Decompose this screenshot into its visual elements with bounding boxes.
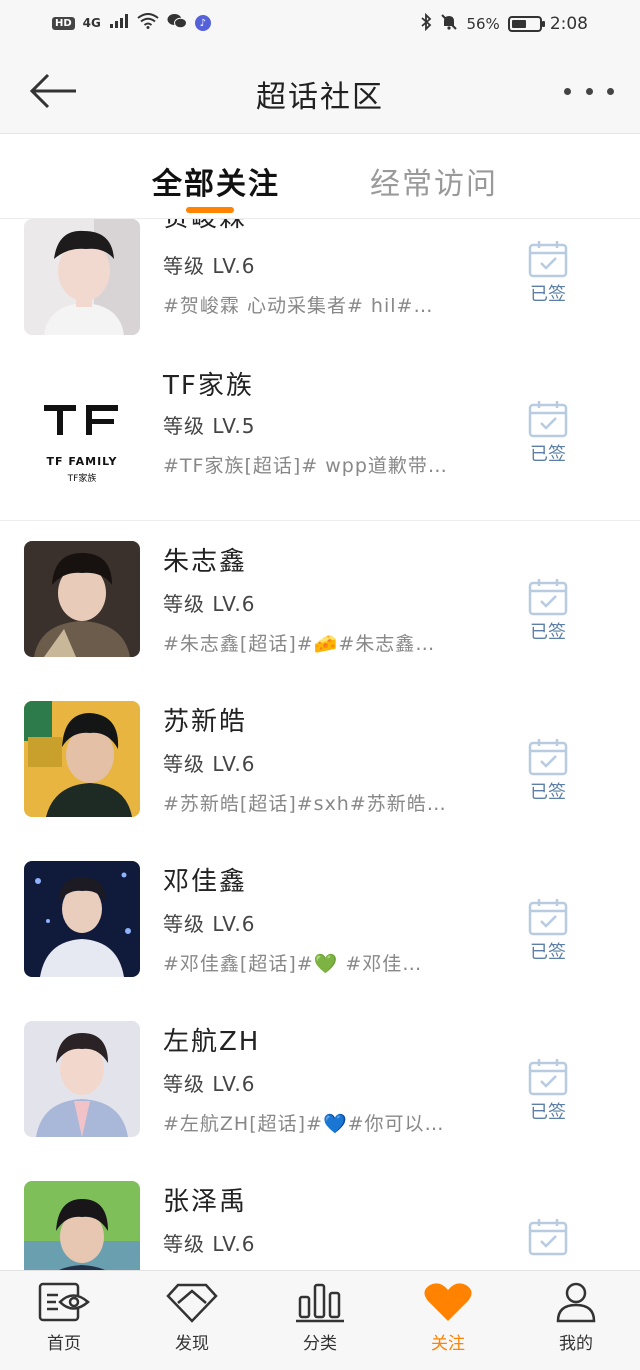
heart-icon [424,1283,472,1321]
topic-level: 等级 LV.6 [163,1072,256,1096]
wifi-icon [137,13,159,33]
topic-level: 等级 LV.6 [163,592,256,616]
nav-category[interactable]: 分类 [270,1281,370,1354]
topic-name: TF家族 [163,371,254,401]
calendar-check-icon [528,1219,568,1256]
diamond-icon [166,1283,218,1323]
list-item[interactable]: 张泽禹 等级 LV.6 [0,1165,640,1270]
network-label: 4G [82,16,101,30]
battery-icon [507,16,545,32]
topic-level: 等级 LV.6 [163,912,256,936]
topic-level: 等级 LV.6 [163,254,256,278]
calendar-check-icon [528,1059,568,1096]
signed-button[interactable] [526,1218,570,1256]
signed-label: 已签 [530,782,566,803]
topic-desc: #邓佳鑫[超话]#💚 #邓佳… [163,953,423,975]
battery-percent: 56% [466,15,500,33]
tab-bar: 全部关注 经常访问 [0,135,640,219]
status-time: 2:08 [549,14,588,34]
topic-level: 等级 LV.6 [163,1232,256,1256]
signed-button[interactable]: 已签 [526,240,570,306]
more-dot-icon [607,87,614,95]
topic-level: 等级 LV.5 [163,414,256,438]
calendar-check-icon [528,899,568,936]
calendar-check-icon [528,401,568,438]
nav-label: 关注 [431,1334,465,1354]
tab-frequent[interactable]: 经常访问 [370,159,498,203]
active-tab-indicator [186,207,234,213]
nav-label: 首页 [47,1334,81,1354]
topic-name: 邓佳鑫 [163,867,248,897]
list-item[interactable]: 邓佳鑫 等级 LV.6 #邓佳鑫[超话]#💚 #邓佳… 已签 [0,845,640,1005]
status-left: HD 4G ♪ [52,13,211,33]
nav-bar: 超话社区 [0,48,640,134]
tab-all-followed[interactable]: 全部关注 [152,159,280,203]
signed-button[interactable]: 已签 [526,898,570,964]
battery-fill [511,20,527,28]
topic-name: 张泽禹 [163,1187,248,1217]
topic-desc: #苏新皓[超话]#sxh#苏新皓… [163,793,447,815]
avatar [24,1021,140,1137]
home-eye-icon [38,1282,90,1322]
tf-logo-text: TF FAMILY [46,455,118,468]
hd-badge: HD [52,16,75,30]
avatar [24,1181,140,1270]
bluetooth-icon [420,12,432,35]
bottom-nav: 首页 发现 分类 关注 我的 [0,1270,640,1370]
wechat-icon [167,13,187,33]
music-icon: ♪ [194,15,211,31]
supertopic-list[interactable]: 贺峻霖 等级 LV.6 #贺峻霖 心动采集者# hil#… 已签 TF FAMI… [0,219,640,1270]
nav-me[interactable]: 我的 [526,1281,626,1354]
nav-label: 我的 [559,1334,593,1354]
bars-icon [296,1283,344,1323]
signed-label: 已签 [530,622,566,643]
topic-name: 苏新皓 [163,707,248,737]
person-icon [556,1282,596,1323]
topic-desc: #TF家族[超话]# wpp道歉带… [163,455,448,477]
topic-desc: #贺峻霖 心动采集者# hil#… [163,295,434,317]
signed-label: 已签 [530,284,566,305]
nav-follow[interactable]: 关注 [398,1281,498,1354]
tf-family-logo: TF FAMILY TF家族 [24,379,140,495]
nav-home[interactable]: 首页 [14,1281,114,1354]
page-title: 超话社区 [256,80,384,115]
more-button[interactable] [564,78,614,104]
list-item[interactable]: 贺峻霖 等级 LV.6 #贺峻霖 心动采集者# hil#… 已签 [0,219,640,363]
topic-name: 朱志鑫 [163,547,248,577]
nav-label: 分类 [303,1334,337,1354]
calendar-check-icon [528,241,568,278]
nav-label: 发现 [175,1334,209,1354]
signal-icon [109,13,129,33]
topic-desc: #朱志鑫[超话]#🧀#朱志鑫… [163,633,436,655]
list-item[interactable]: 朱志鑫 等级 LV.6 #朱志鑫[超话]#🧀#朱志鑫… 已签 [0,525,640,685]
nav-discover[interactable]: 发现 [142,1281,242,1354]
signed-button[interactable]: 已签 [526,578,570,644]
topic-name: 贺峻霖 [163,219,247,234]
calendar-check-icon [528,579,568,616]
avatar [24,541,140,657]
tf-logo-subtext: TF家族 [67,474,97,484]
topic-desc: #左航ZH[超话]#💙#你可以… [163,1113,445,1135]
signed-label: 已签 [530,444,566,465]
signed-button[interactable]: 已签 [526,738,570,804]
status-right: 56% 2:08 [420,12,588,35]
avatar [24,219,140,335]
signed-label: 已签 [530,1102,566,1123]
avatar [24,701,140,817]
list-item[interactable]: 左航ZH 等级 LV.6 #左航ZH[超话]#💙#你可以… 已签 [0,1005,640,1165]
signed-label: 已签 [530,942,566,963]
mute-bell-icon [440,13,458,35]
more-dot-icon [585,87,593,95]
avatar [24,861,140,977]
topic-level: 等级 LV.6 [163,752,256,776]
calendar-check-icon [528,739,568,776]
more-dot-icon [564,87,571,95]
list-item[interactable]: TF FAMILY TF家族 TF家族 等级 LV.5 #TF家族[超话]# w… [0,363,640,523]
section-divider [0,520,640,521]
status-bar: HD 4G ♪ 56% 2:08 [0,0,640,48]
topic-name: 左航ZH [163,1027,261,1057]
signed-button[interactable]: 已签 [526,400,570,466]
signed-button[interactable]: 已签 [526,1058,570,1124]
list-item[interactable]: 苏新皓 等级 LV.6 #苏新皓[超话]#sxh#苏新皓… 已签 [0,685,640,845]
